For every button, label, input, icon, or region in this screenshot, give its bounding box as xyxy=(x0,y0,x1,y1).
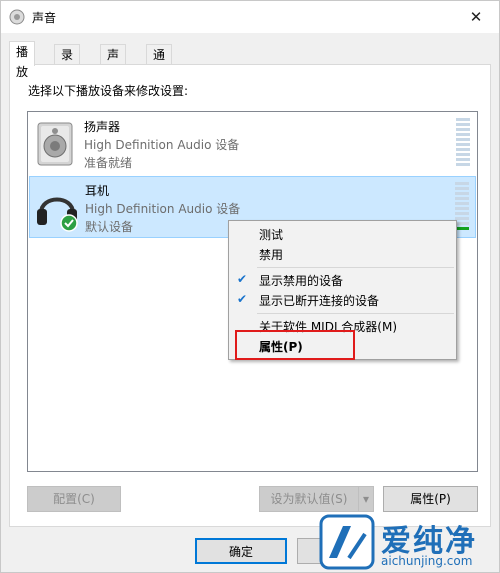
chevron-down-icon: ▾ xyxy=(362,492,370,506)
configure-button[interactable]: 配置(C) xyxy=(27,486,121,512)
set-default-dropdown-button[interactable]: ▾ xyxy=(358,486,374,512)
speaker-title-icon xyxy=(9,9,25,25)
headphones-icon xyxy=(37,197,78,232)
check-icon: ✔ xyxy=(237,272,248,286)
speaker-icon xyxy=(37,122,73,166)
device-item-speaker[interactable]: 扬声器 High Definition Audio 设备 准备就绪 xyxy=(29,113,476,175)
device-name: 耳机 xyxy=(85,184,110,198)
menu-item-show-disconnected[interactable]: 显示已断开连接的设备 xyxy=(259,292,379,309)
device-name: 扬声器 xyxy=(84,120,121,134)
tab-sounds[interactable]: 声音 xyxy=(100,44,127,82)
tab-recording[interactable]: 录制 xyxy=(54,44,81,82)
check-badge-icon xyxy=(60,214,78,232)
watermark-url: aichunjing.com xyxy=(381,554,473,568)
menu-item-show-disabled[interactable]: 显示禁用的设备 xyxy=(259,272,343,289)
device-driver: High Definition Audio 设备 xyxy=(85,202,241,216)
properties-button[interactable]: 属性(P) xyxy=(383,486,478,512)
annotation-highlight-box xyxy=(235,330,355,360)
device-status: 准备就绪 xyxy=(84,156,133,170)
check-icon: ✔ xyxy=(237,292,248,306)
watermark: 爱纯净 aichunjing.com xyxy=(319,514,499,572)
volume-meter xyxy=(456,118,470,168)
device-status: 默认设备 xyxy=(85,220,134,234)
menu-separator xyxy=(257,313,454,314)
close-icon: ✕ xyxy=(469,8,483,26)
watermark-logo-icon xyxy=(319,514,375,570)
menu-item-test[interactable]: 测试 xyxy=(259,226,283,243)
instruction-text: 选择以下播放设备来修改设置: xyxy=(28,84,189,98)
tab-playback[interactable]: 播放 xyxy=(9,41,36,79)
window-title: 声音 xyxy=(32,11,57,25)
menu-separator xyxy=(257,267,454,268)
close-button[interactable]: ✕ xyxy=(463,5,489,29)
tab-communications[interactable]: 通信 xyxy=(146,44,173,82)
sound-dialog: 声音 ✕ 播放 录制 声音 通信 选择以下播放设备来修改设置: 扬声器 High… xyxy=(0,0,500,573)
title-bar: 声音 ✕ xyxy=(1,1,499,33)
ok-button[interactable]: 确定 xyxy=(195,538,287,564)
device-driver: High Definition Audio 设备 xyxy=(84,138,240,152)
menu-item-disable[interactable]: 禁用 xyxy=(259,246,283,263)
set-default-button[interactable]: 设为默认值(S) xyxy=(259,486,359,512)
volume-meter xyxy=(455,182,469,232)
